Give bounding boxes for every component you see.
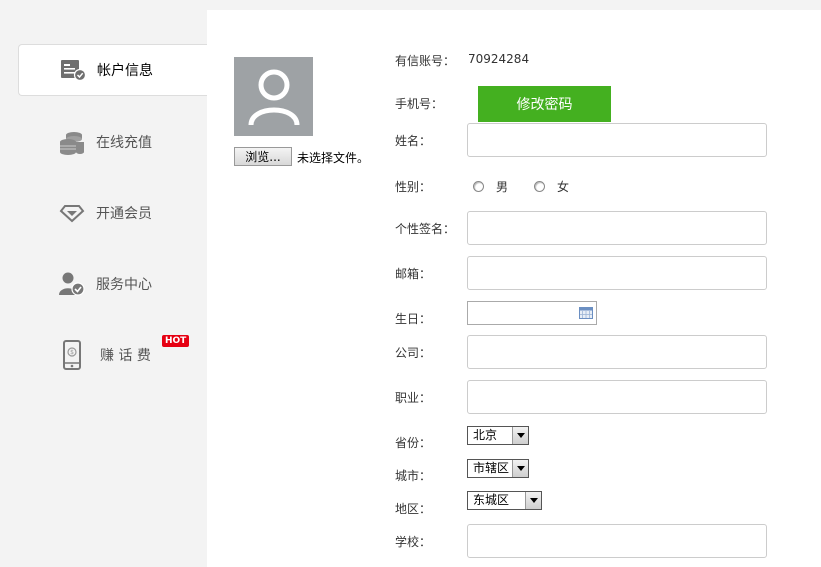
- user-service-icon: [58, 270, 86, 298]
- account-label: 有信账号：: [395, 54, 456, 68]
- company-input[interactable]: [467, 335, 767, 369]
- coins-icon: [58, 128, 86, 156]
- sidebar-item-service-center[interactable]: 服务中心: [18, 258, 207, 310]
- company-label: 公司：: [395, 346, 432, 360]
- job-input[interactable]: [467, 380, 767, 414]
- signature-input[interactable]: [467, 211, 767, 245]
- city-select[interactable]: 市辖区: [467, 459, 529, 478]
- province-label: 省份：: [395, 436, 432, 450]
- sidebar-item-earn-credit[interactable]: $ 赚 话 费 HOT: [18, 329, 207, 381]
- gender-male-radio[interactable]: [473, 181, 484, 192]
- district-select[interactable]: 东城区: [467, 491, 542, 510]
- city-label: 城市：: [395, 469, 432, 483]
- diamond-icon: [58, 199, 86, 227]
- gender-label: 性别：: [395, 180, 432, 194]
- chevron-down-icon: [512, 427, 528, 444]
- school-input[interactable]: [467, 524, 767, 558]
- province-select[interactable]: 北京: [467, 426, 529, 445]
- hot-badge: HOT: [162, 335, 190, 347]
- sidebar-item-membership[interactable]: 开通会员: [18, 187, 207, 239]
- gender-female-label: 女: [557, 180, 570, 194]
- email-label: 邮箱：: [395, 267, 432, 281]
- signature-label: 个性签名：: [395, 222, 456, 236]
- name-input[interactable]: [467, 123, 767, 157]
- city-value: 市辖区: [473, 461, 510, 475]
- browse-file-button[interactable]: 浏览...: [234, 147, 292, 166]
- chevron-down-icon: [525, 492, 541, 509]
- sidebar-item-account-info[interactable]: 帐户信息: [18, 44, 207, 96]
- phone-icon: $: [58, 340, 86, 370]
- svg-text:$: $: [70, 349, 74, 356]
- school-label: 学校：: [395, 535, 432, 549]
- account-info-icon: [59, 56, 87, 84]
- sidebar-item-label: 帐户信息: [97, 63, 153, 79]
- gender-male-label: 男: [496, 180, 509, 194]
- sidebar-item-label: 在线充值: [96, 135, 152, 151]
- birthday-input[interactable]: [467, 301, 597, 325]
- account-value: 70924284: [468, 52, 530, 66]
- phone-label: 手机号：: [395, 97, 444, 111]
- district-label: 地区：: [395, 502, 432, 516]
- sidebar-item-recharge[interactable]: 在线充值: [18, 116, 207, 168]
- calendar-icon[interactable]: [579, 307, 593, 322]
- avatar[interactable]: [234, 57, 313, 136]
- email-input[interactable]: [467, 256, 767, 290]
- chevron-down-icon: [512, 460, 528, 477]
- change-password-button[interactable]: 修改密码: [478, 86, 611, 122]
- birthday-label: 生日：: [395, 312, 432, 326]
- main-panel: 浏览... 未选择文件。 有信账号： 70924284 手机号： 修改密码 姓名…: [207, 10, 821, 567]
- sidebar-item-label: 开通会员: [96, 206, 152, 222]
- name-label: 姓名：: [395, 134, 432, 148]
- province-value: 北京: [473, 428, 498, 442]
- file-status-text: 未选择文件。: [297, 151, 370, 165]
- account-settings-page: 帐户信息 在线充值 开通会员 服务中心 $ 赚 话 费 HOT 浏览... 未选…: [0, 0, 821, 567]
- sidebar-item-label: 服务中心: [96, 277, 152, 293]
- sidebar: 帐户信息 在线充值 开通会员 服务中心 $ 赚 话 费 HOT: [0, 10, 207, 567]
- district-value: 东城区: [473, 493, 510, 507]
- sidebar-item-label: 赚 话 费: [100, 348, 151, 364]
- gender-female-radio[interactable]: [534, 181, 545, 192]
- job-label: 职业：: [395, 391, 432, 405]
